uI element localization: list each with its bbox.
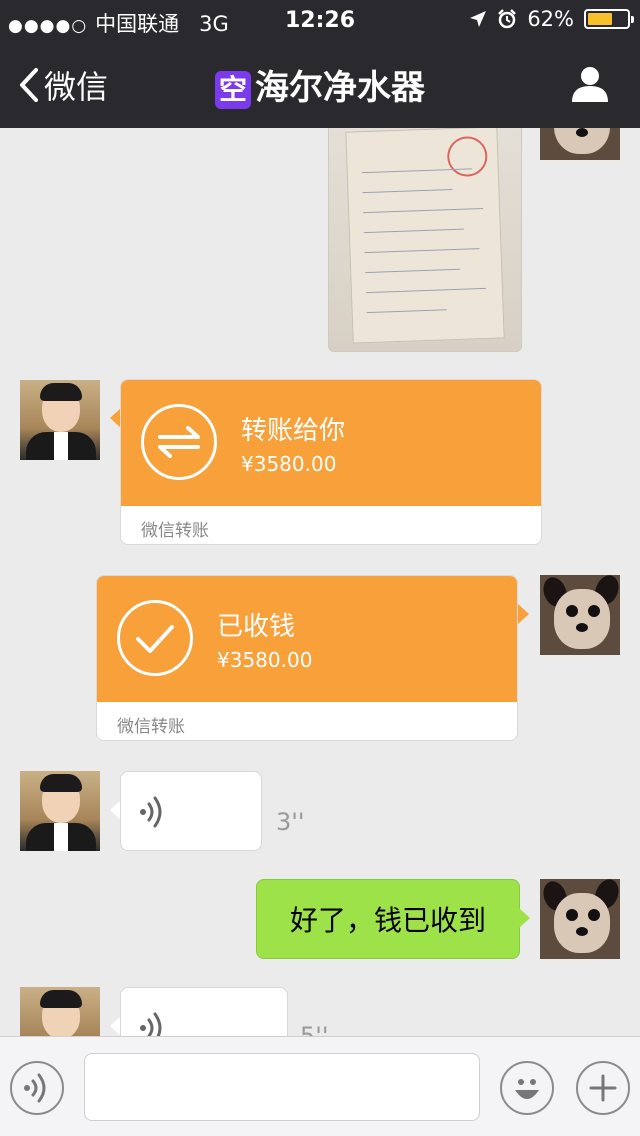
transfer-arrows-icon xyxy=(141,404,217,480)
voice-icon xyxy=(24,1073,46,1103)
voice-wave-icon xyxy=(140,796,162,828)
chat-area[interactable]: 转账给你 ¥3580.00 微信转账 已收钱 ¥3580.00 微信转账 3''… xyxy=(0,128,640,1036)
avatar-self[interactable] xyxy=(540,879,620,959)
top-bar: ●●●●○ 中国联通 3G 12:26 62% 微信 空海尔净水器 xyxy=(0,0,640,128)
voice-message[interactable] xyxy=(120,771,262,851)
more-button[interactable] xyxy=(576,1061,630,1115)
nav-bar: 微信 空海尔净水器 xyxy=(0,40,640,128)
receipt-paper xyxy=(345,128,505,344)
avatar-contact[interactable] xyxy=(20,987,100,1036)
input-bar xyxy=(0,1036,640,1136)
bubble-tail xyxy=(518,604,529,624)
transfer-card-received[interactable]: 已收钱 ¥3580.00 微信转账 xyxy=(96,575,518,741)
transfer-amount: ¥3580.00 xyxy=(241,452,337,476)
voice-wave-icon xyxy=(140,1012,162,1036)
bubble-tail xyxy=(519,908,530,928)
status-right: 62% xyxy=(469,7,634,31)
avatar-contact[interactable] xyxy=(20,380,100,460)
status-bar: ●●●●○ 中国联通 3G 12:26 62% xyxy=(0,0,640,40)
location-icon xyxy=(470,11,487,27)
alarm-icon xyxy=(498,9,517,29)
chat-title: 空海尔净水器 xyxy=(0,60,640,109)
transfer-amount: ¥3580.00 xyxy=(217,648,313,672)
avatar-self[interactable] xyxy=(540,575,620,655)
voice-duration: 5'' xyxy=(300,1022,329,1036)
message-input[interactable] xyxy=(84,1053,480,1121)
battery-percent: 62% xyxy=(527,7,574,31)
text-message[interactable]: 好了，钱已收到 xyxy=(256,879,520,959)
voice-message[interactable] xyxy=(120,987,288,1036)
transfer-card-incoming[interactable]: 转账给你 ¥3580.00 微信转账 xyxy=(120,379,542,545)
smiley-icon xyxy=(515,1079,539,1099)
avatar-self[interactable] xyxy=(540,128,620,160)
title-badge: 空 xyxy=(214,70,251,109)
battery-icon xyxy=(584,9,634,29)
transfer-title: 转账给你 xyxy=(241,416,346,446)
chat-title-text: 海尔净水器 xyxy=(255,68,425,108)
transfer-card-header: 转账给你 ¥3580.00 xyxy=(121,380,541,506)
transfer-footer: 微信转账 xyxy=(117,717,185,737)
avatar-contact[interactable] xyxy=(20,771,100,851)
receipt-stamp xyxy=(446,135,488,178)
plus-icon xyxy=(589,1074,617,1102)
checkmark-icon xyxy=(117,600,193,676)
emoji-button[interactable] xyxy=(500,1061,554,1115)
transfer-title: 已收钱 xyxy=(217,612,296,642)
battery-level xyxy=(588,13,612,25)
transfer-footer: 微信转账 xyxy=(141,521,209,541)
transfer-card-header: 已收钱 ¥3580.00 xyxy=(97,576,517,702)
voice-input-button[interactable] xyxy=(10,1061,64,1115)
voice-duration: 3'' xyxy=(276,808,305,836)
receipt-image[interactable] xyxy=(328,128,522,352)
person-icon[interactable] xyxy=(570,64,610,104)
